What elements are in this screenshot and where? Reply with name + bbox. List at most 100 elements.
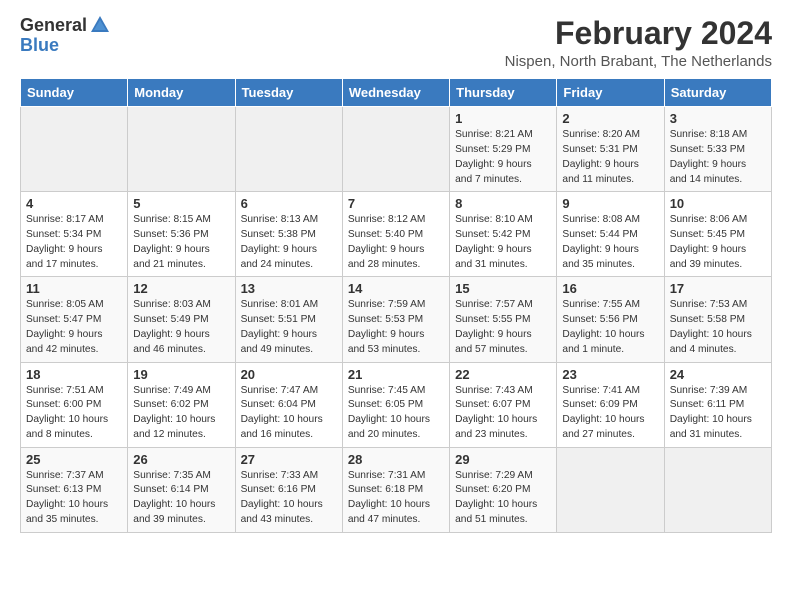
day-number: 17 [670, 281, 766, 296]
day-info: Sunrise: 7:37 AMSunset: 6:13 PMDaylight:… [26, 469, 122, 528]
week-row-3: 18Sunrise: 7:51 AMSunset: 6:00 PMDayligh… [21, 362, 772, 447]
day-number: 2 [562, 111, 658, 126]
day-cell: 4Sunrise: 8:17 AMSunset: 5:34 PMDaylight… [21, 192, 128, 277]
day-info: Sunrise: 7:39 AMSunset: 6:11 PMDaylight:… [670, 384, 766, 443]
day-number: 5 [133, 196, 229, 211]
day-number: 10 [670, 196, 766, 211]
header: General Blue February 2024 Nispen, North… [20, 16, 772, 70]
day-cell: 9 Sunrise: 8:08 AMSunset: 5:44 PMDaylight… [557, 192, 664, 277]
day-cell: 8 Sunrise: 8:10 AMSunset: 5:42 PMDaylight… [450, 192, 557, 277]
day-info: Sunrise: 8:20 AMSunset: 5:31 PMDaylight:… [562, 128, 658, 187]
day-cell [664, 447, 771, 532]
day-cell: 13 Sunrise: 8:01 AMSunset: 5:51 PMDayligh… [235, 277, 342, 362]
day-info: Sunrise: 7:57 AMSunset: 5:55 PMDaylight:… [455, 298, 551, 357]
day-cell: 29 Sunrise: 7:29 AMSunset: 6:20 PMDayligh… [450, 447, 557, 532]
page: General Blue February 2024 Nispen, North… [0, 0, 792, 549]
day-cell: 21 Sunrise: 7:45 AMSunset: 6:05 PMDayligh… [342, 362, 449, 447]
day-info: Sunrise: 8:05 AMSunset: 5:47 PMDaylight:… [26, 298, 122, 357]
logo-blue: Blue [20, 35, 59, 55]
day-number: 19 [133, 367, 229, 382]
day-info: Sunrise: 8:12 AMSunset: 5:40 PMDaylight:… [348, 213, 444, 272]
day-info: Sunrise: 8:13 AMSunset: 5:38 PMDaylight:… [241, 213, 337, 272]
day-number: 13 [241, 281, 337, 296]
main-title: February 2024 [505, 16, 772, 51]
day-info: Sunrise: 8:17 AMSunset: 5:34 PMDaylight:… [26, 213, 122, 272]
day-number: 25 [26, 452, 122, 467]
header-row: SundayMondayTuesdayWednesdayThursdayFrid… [21, 79, 772, 107]
day-info: Sunrise: 7:41 AMSunset: 6:09 PMDaylight:… [562, 384, 658, 443]
day-number: 16 [562, 281, 658, 296]
col-header-sunday: Sunday [21, 79, 128, 107]
day-cell: 3Sunrise: 8:18 AMSunset: 5:33 PMDaylight… [664, 107, 771, 192]
col-header-wednesday: Wednesday [342, 79, 449, 107]
day-number: 15 [455, 281, 551, 296]
day-number: 8 [455, 196, 551, 211]
day-cell: 10 Sunrise: 8:06 AMSunset: 5:45 PMDayligh… [664, 192, 771, 277]
day-number: 18 [26, 367, 122, 382]
day-info: Sunrise: 7:49 AMSunset: 6:02 PMDaylight:… [133, 384, 229, 443]
day-cell: 23 Sunrise: 7:41 AMSunset: 6:09 PMDayligh… [557, 362, 664, 447]
day-cell: 2 Sunrise: 8:20 AMSunset: 5:31 PMDaylight… [557, 107, 664, 192]
day-cell: 15 Sunrise: 7:57 AMSunset: 5:55 PMDayligh… [450, 277, 557, 362]
day-number: 12 [133, 281, 229, 296]
day-cell: 7Sunrise: 8:12 AMSunset: 5:40 PMDaylight… [342, 192, 449, 277]
day-number: 29 [455, 452, 551, 467]
day-cell [557, 447, 664, 532]
day-cell: 24 Sunrise: 7:39 AMSunset: 6:11 PMDayligh… [664, 362, 771, 447]
day-cell: 6 Sunrise: 8:13 AMSunset: 5:38 PMDaylight… [235, 192, 342, 277]
day-number: 6 [241, 196, 337, 211]
logo-icon [89, 14, 111, 36]
logo-general: General [20, 16, 87, 36]
day-info: Sunrise: 7:35 AMSunset: 6:14 PMDaylight:… [133, 469, 229, 528]
day-number: 24 [670, 367, 766, 382]
day-info: Sunrise: 8:21 AMSunset: 5:29 PMDaylight:… [455, 128, 551, 187]
day-cell: 12 Sunrise: 8:03 AMSunset: 5:49 PMDayligh… [128, 277, 235, 362]
day-info: Sunrise: 7:55 AMSunset: 5:56 PMDaylight:… [562, 298, 658, 357]
day-number: 22 [455, 367, 551, 382]
col-header-tuesday: Tuesday [235, 79, 342, 107]
day-cell [21, 107, 128, 192]
day-number: 28 [348, 452, 444, 467]
day-info: Sunrise: 7:33 AMSunset: 6:16 PMDaylight:… [241, 469, 337, 528]
day-info: Sunrise: 8:03 AMSunset: 5:49 PMDaylight:… [133, 298, 229, 357]
day-cell: 20Sunrise: 7:47 AMSunset: 6:04 PMDayligh… [235, 362, 342, 447]
day-info: Sunrise: 7:45 AMSunset: 6:05 PMDaylight:… [348, 384, 444, 443]
day-cell: 25 Sunrise: 7:37 AMSunset: 6:13 PMDayligh… [21, 447, 128, 532]
week-row-2: 11 Sunrise: 8:05 AMSunset: 5:47 PMDayligh… [21, 277, 772, 362]
day-info: Sunrise: 7:59 AMSunset: 5:53 PMDaylight:… [348, 298, 444, 357]
day-cell: 27 Sunrise: 7:33 AMSunset: 6:16 PMDayligh… [235, 447, 342, 532]
col-header-monday: Monday [128, 79, 235, 107]
day-cell: 28 Sunrise: 7:31 AMSunset: 6:18 PMDayligh… [342, 447, 449, 532]
day-info: Sunrise: 7:47 AMSunset: 6:04 PMDaylight:… [241, 384, 337, 443]
day-cell [128, 107, 235, 192]
day-info: Sunrise: 8:15 AMSunset: 5:36 PMDaylight:… [133, 213, 229, 272]
day-number: 9 [562, 196, 658, 211]
day-cell: 18Sunrise: 7:51 AMSunset: 6:00 PMDayligh… [21, 362, 128, 447]
day-number: 14 [348, 281, 444, 296]
day-number: 27 [241, 452, 337, 467]
day-number: 11 [26, 281, 122, 296]
col-header-saturday: Saturday [664, 79, 771, 107]
col-header-friday: Friday [557, 79, 664, 107]
day-cell: 16 Sunrise: 7:55 AMSunset: 5:56 PMDayligh… [557, 277, 664, 362]
day-info: Sunrise: 7:31 AMSunset: 6:18 PMDaylight:… [348, 469, 444, 528]
day-cell: 17Sunrise: 7:53 AMSunset: 5:58 PMDayligh… [664, 277, 771, 362]
day-cell: 1Sunrise: 8:21 AMSunset: 5:29 PMDaylight… [450, 107, 557, 192]
subtitle: Nispen, North Brabant, The Netherlands [505, 53, 772, 70]
day-cell: 11 Sunrise: 8:05 AMSunset: 5:47 PMDayligh… [21, 277, 128, 362]
day-info: Sunrise: 8:08 AMSunset: 5:44 PMDaylight:… [562, 213, 658, 272]
day-cell: 22 Sunrise: 7:43 AMSunset: 6:07 PMDayligh… [450, 362, 557, 447]
col-header-thursday: Thursday [450, 79, 557, 107]
day-number: 23 [562, 367, 658, 382]
day-info: Sunrise: 8:06 AMSunset: 5:45 PMDaylight:… [670, 213, 766, 272]
day-info: Sunrise: 8:10 AMSunset: 5:42 PMDaylight:… [455, 213, 551, 272]
week-row-0: 1Sunrise: 8:21 AMSunset: 5:29 PMDaylight… [21, 107, 772, 192]
day-cell [235, 107, 342, 192]
logo: General Blue [20, 16, 111, 56]
day-info: Sunrise: 7:29 AMSunset: 6:20 PMDaylight:… [455, 469, 551, 528]
day-number: 21 [348, 367, 444, 382]
day-info: Sunrise: 7:43 AMSunset: 6:07 PMDaylight:… [455, 384, 551, 443]
day-info: Sunrise: 8:01 AMSunset: 5:51 PMDaylight:… [241, 298, 337, 357]
day-cell: 5 Sunrise: 8:15 AMSunset: 5:36 PMDaylight… [128, 192, 235, 277]
week-row-4: 25 Sunrise: 7:37 AMSunset: 6:13 PMDayligh… [21, 447, 772, 532]
